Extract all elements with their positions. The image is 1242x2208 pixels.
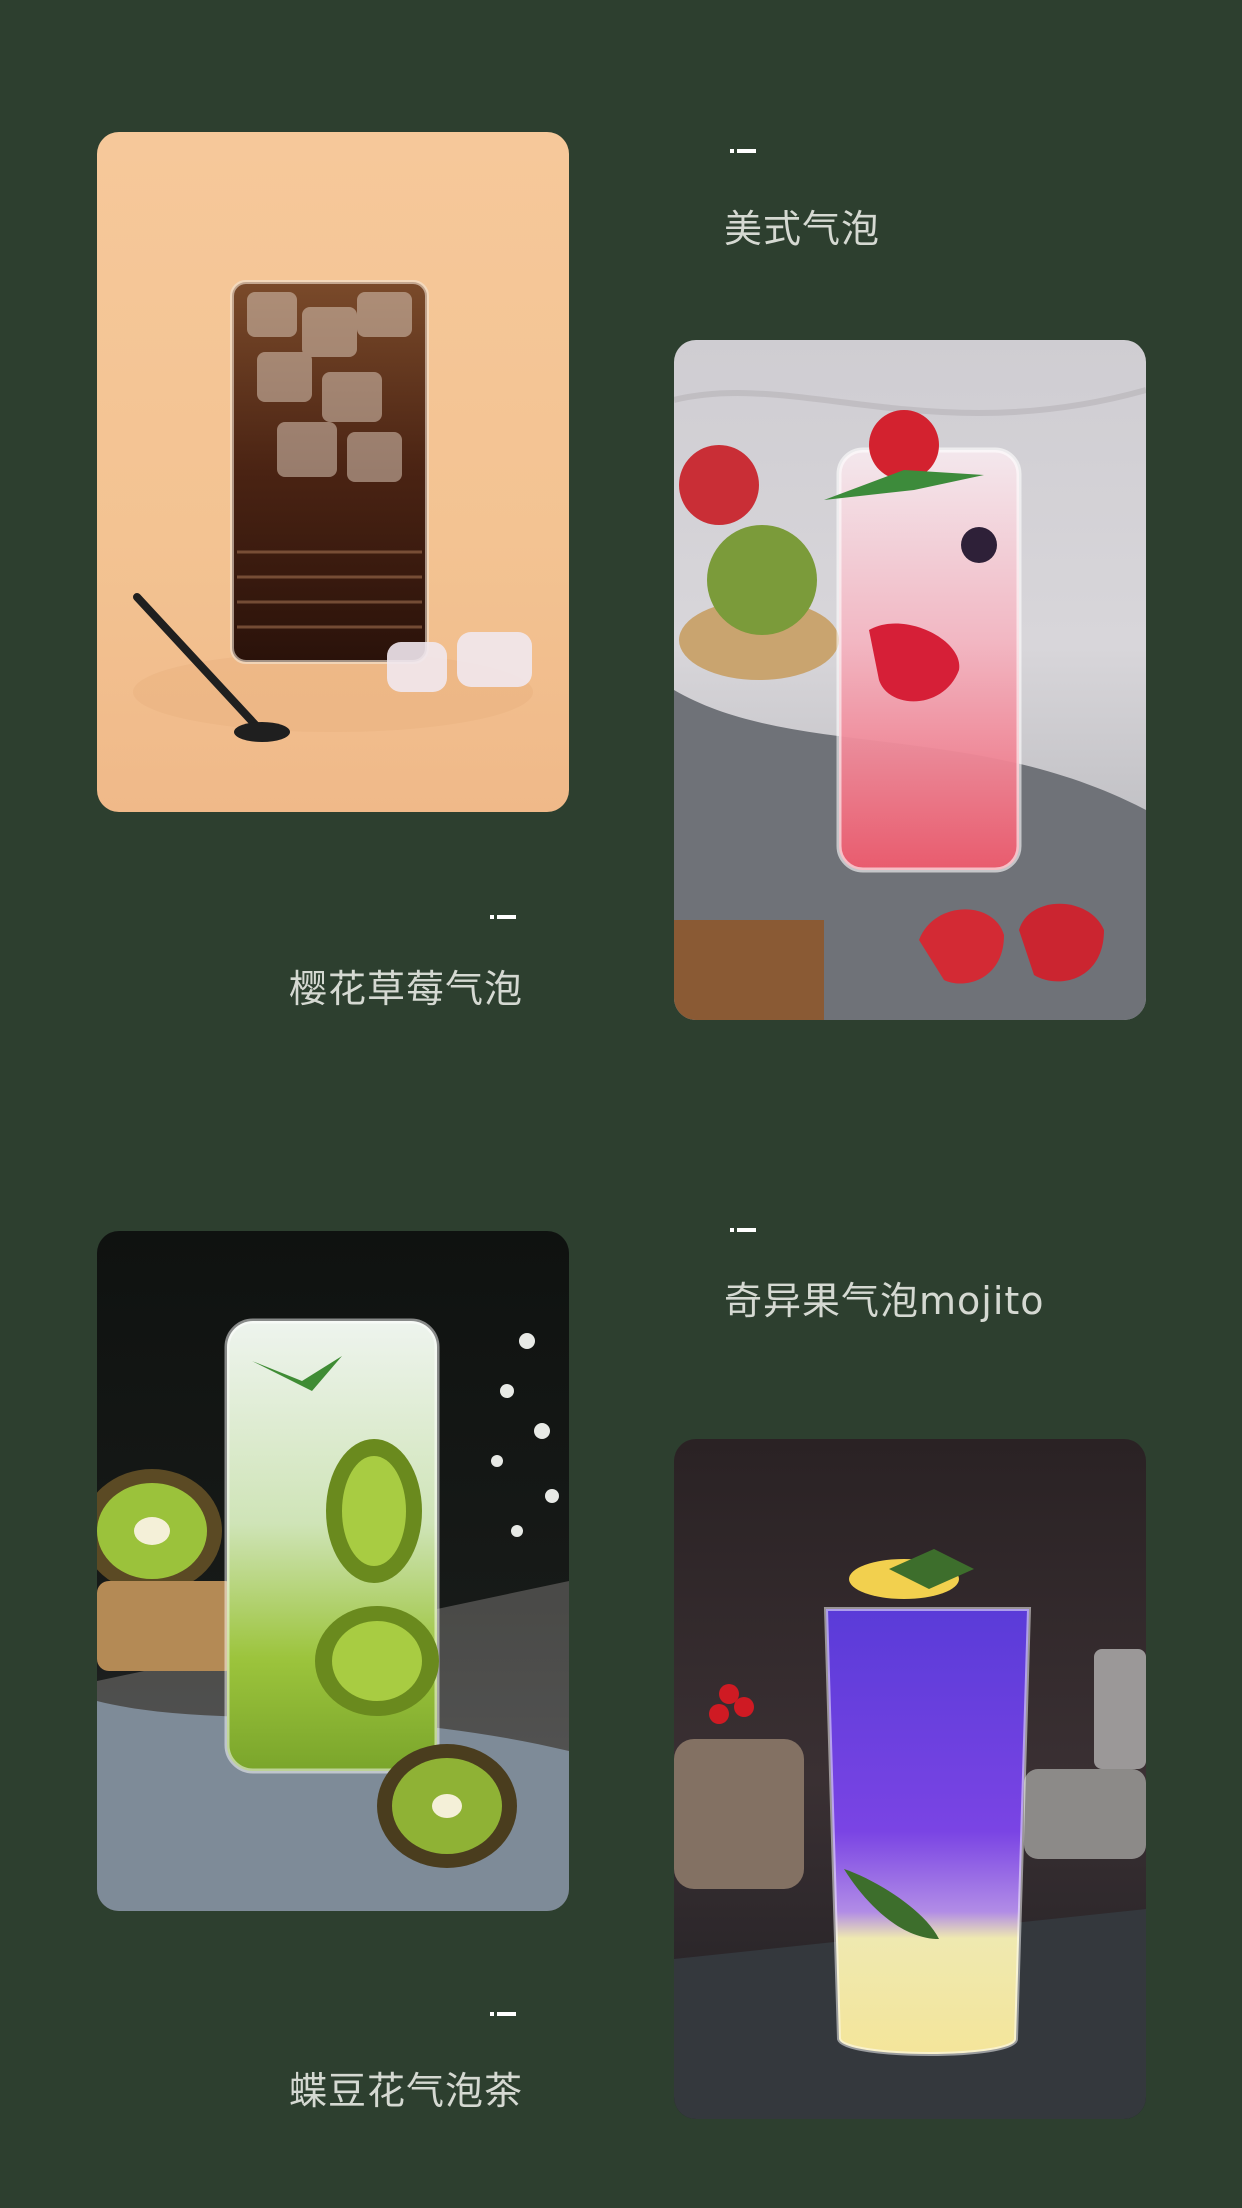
- title-accent-dash: [730, 149, 756, 153]
- drink-title-americano-soda: 美式气泡: [724, 207, 881, 251]
- title-accent-dash: [490, 2012, 516, 2016]
- kiwi-mojito-photo: [97, 1231, 569, 1911]
- strawberry-soda-photo: [674, 340, 1146, 1020]
- title-accent-dash: [730, 1228, 756, 1232]
- drink-title-butterfly-pea-soda-tea: 蝶豆花气泡茶: [288, 2069, 523, 2113]
- cola-photo: [97, 132, 569, 812]
- drink-title-sakura-strawberry-soda: 樱花草莓气泡: [288, 967, 523, 1011]
- title-accent-dash: [490, 915, 516, 919]
- drink-title-kiwi-mojito: 奇异果气泡mojito: [724, 1279, 1045, 1323]
- butterfly-pea-tea-photo: [674, 1439, 1146, 2119]
